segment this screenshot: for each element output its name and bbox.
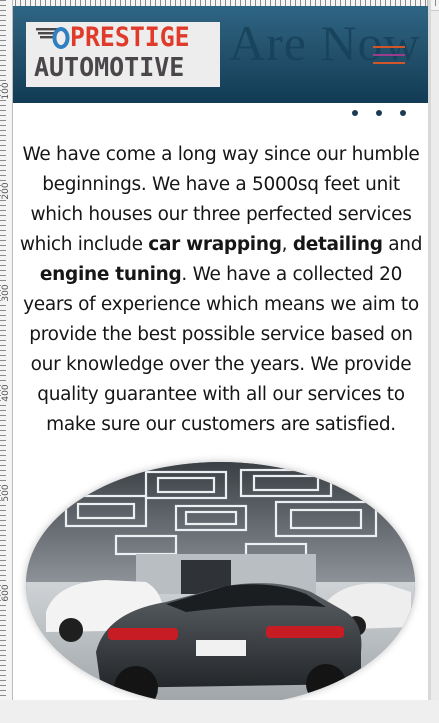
separator: and [382,234,423,255]
logo-word-automotive: AUTOMOTIVE [34,53,185,83]
logo-word-prestige: PRESTIGE [70,22,190,53]
ruler-label: 400 [1,384,11,402]
separator: , [281,234,293,255]
carousel-dots [352,110,406,116]
ruler-label: 600 [1,584,11,602]
service-car-wrapping: car wrapping [148,234,282,255]
garage-car-photo [26,462,415,700]
menu-bar [373,62,405,64]
brand-logo[interactable]: PRESTIGE AUTOMOTIVE [26,22,220,87]
hero-heading: Are Now [229,15,421,71]
logo-mark-icon [36,27,70,49]
garage-car-image [26,462,415,700]
menu-bar [373,54,405,56]
ruler-label: 300 [1,284,11,302]
intro-text: . We have a collected 20 years of experi… [23,264,419,435]
ruler-label: 200 [1,182,11,200]
carousel-dot[interactable] [352,110,358,116]
carousel-dot[interactable] [376,110,382,116]
hamburger-menu-button[interactable] [373,44,407,66]
viewport-bottom-bar [0,700,439,723]
web-page: PRESTIGE AUTOMOTIVE Are Now We have come… [13,6,428,700]
ruler-label: 100 [1,82,11,100]
service-engine-tuning: engine tuning [39,264,182,285]
intro-paragraph: We have come a long way since our humble… [19,140,423,440]
carousel-dot[interactable] [400,110,406,116]
menu-bar [373,46,405,48]
site-header: PRESTIGE AUTOMOTIVE Are Now [13,6,428,103]
vertical-ruler: 100 200 300 400 500 600 [0,0,13,700]
ruler-label: 500 [1,484,11,502]
service-detailing: detailing [292,234,383,255]
